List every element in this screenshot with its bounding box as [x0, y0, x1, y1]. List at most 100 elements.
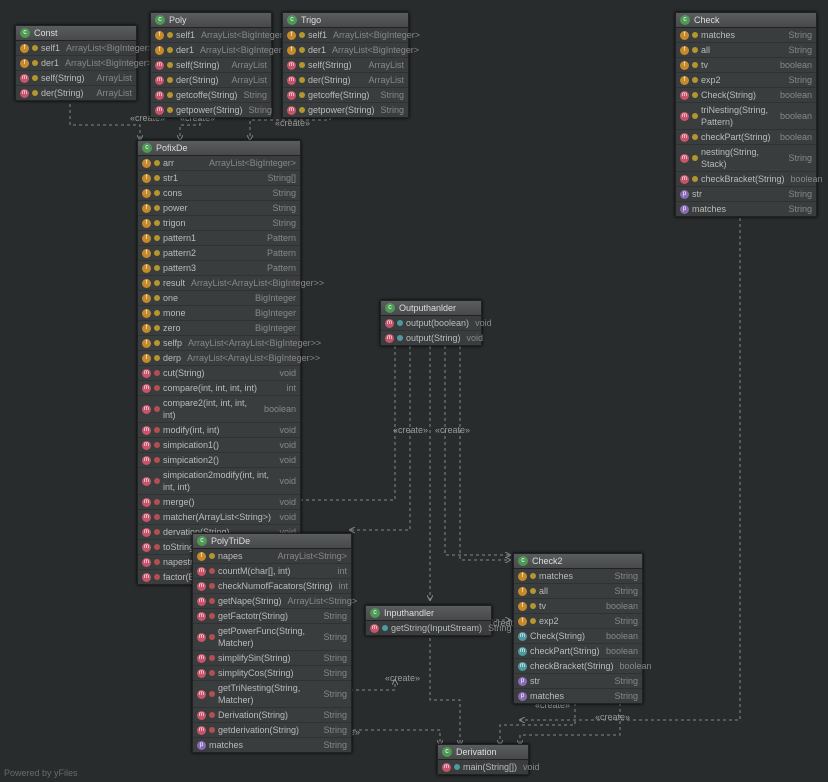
class-check[interactable]: cCheckfmatchesStringfallStringftvboolean… [675, 12, 817, 217]
method-row[interactable]: mCheck(String)boolean [514, 629, 642, 644]
field-row[interactable]: fzeroBigInteger [138, 321, 300, 336]
field-row[interactable]: fexp2String [676, 73, 816, 88]
class-header[interactable]: cPolyTriDe [193, 534, 351, 549]
method-row[interactable]: mcheckPart(String)boolean [676, 130, 816, 145]
method-row[interactable]: moutput(String)void [381, 331, 481, 345]
property-row[interactable]: pmatchesString [676, 202, 816, 216]
field-row[interactable]: fself1ArrayList<BigInteger> [16, 41, 136, 56]
class-polytride[interactable]: cPolyTriDefnapesArrayList<String>mcountM… [192, 533, 352, 753]
field-row[interactable]: fpattern1Pattern [138, 231, 300, 246]
class-poly[interactable]: cPolyfself1ArrayList<BigInteger>fder1Arr… [150, 12, 272, 118]
method-row[interactable]: mder(String)ArrayList [283, 73, 408, 88]
class-check2[interactable]: cCheck2fmatchesStringfallStringftvboolea… [513, 553, 643, 704]
field-row[interactable]: fself1ArrayList<BigInteger> [283, 28, 408, 43]
method-row[interactable]: mDerivation(String)String [193, 708, 351, 723]
property-row[interactable]: pmatchesString [193, 738, 351, 752]
field-row[interactable]: fexp2String [514, 614, 642, 629]
method-row[interactable]: mCheck(String)boolean [676, 88, 816, 103]
method-row[interactable]: mtriNesting(String, Pattern)boolean [676, 103, 816, 130]
field-row[interactable]: ftvboolean [676, 58, 816, 73]
method-row[interactable]: mmodify(int, int)void [138, 423, 300, 438]
field-row[interactable]: fder1ArrayList<BigInteger> [283, 43, 408, 58]
field-row[interactable]: fder1ArrayList<BigInteger> [151, 43, 271, 58]
method-row[interactable]: mcompare2(int, int, int, int)boolean [138, 396, 300, 423]
field-row[interactable]: fpowerString [138, 201, 300, 216]
method-row[interactable]: mgetpower(String)String [283, 103, 408, 117]
field-row[interactable]: fpattern2Pattern [138, 246, 300, 261]
modifier-icon [530, 573, 536, 579]
method-row[interactable]: msimpication1()void [138, 438, 300, 453]
member-name: power [163, 202, 188, 214]
method-row[interactable]: mder(String)ArrayList [16, 86, 136, 100]
method-row[interactable]: mcheckBracket(String)boolean [514, 659, 642, 674]
field-row[interactable]: ftvboolean [514, 599, 642, 614]
method-row[interactable]: mcheckPart(String)boolean [514, 644, 642, 659]
method-row[interactable]: mcheckBracket(String)boolean [676, 172, 816, 187]
class-header[interactable]: cPofixDe [138, 141, 300, 156]
field-row[interactable]: fnapesArrayList<String> [193, 549, 351, 564]
class-header[interactable]: cPoly [151, 13, 271, 28]
method-row[interactable]: mcountM(char[], int)int [193, 564, 351, 579]
method-row[interactable]: mder(String)ArrayList [151, 73, 271, 88]
field-row[interactable]: fresultArrayList<ArrayList<BigInteger>> [138, 276, 300, 291]
property-row[interactable]: pstrString [676, 187, 816, 202]
field-row[interactable]: fallString [676, 43, 816, 58]
field-row[interactable]: fconsString [138, 186, 300, 201]
method-row[interactable]: moutput(boolean)void [381, 316, 481, 331]
class-derivation[interactable]: cDerivationmmain(String[])void [437, 744, 529, 775]
field-row[interactable]: farrArrayList<BigInteger> [138, 156, 300, 171]
class-header[interactable]: cDerivation [438, 745, 528, 760]
method-row[interactable]: msimpication2modify(int, int, int, int)v… [138, 468, 300, 495]
member-type: String [374, 89, 404, 101]
field-row[interactable]: fstr1String[] [138, 171, 300, 186]
method-row[interactable]: mgetString(InputStream)String [366, 621, 491, 635]
class-header[interactable]: cInputhandler [366, 606, 491, 621]
field-row[interactable]: ftrigonString [138, 216, 300, 231]
method-row[interactable]: mgetcoffe(String)String [151, 88, 271, 103]
field-row[interactable]: fpattern3Pattern [138, 261, 300, 276]
property-row[interactable]: pstrString [514, 674, 642, 689]
method-row[interactable]: mcut(String)void [138, 366, 300, 381]
method-row[interactable]: mmain(String[])void [438, 760, 528, 774]
method-row[interactable]: mgetpower(String)String [151, 103, 271, 117]
modifier-icon [209, 613, 215, 619]
method-row[interactable]: mgetFactotr(String)String [193, 609, 351, 624]
method-row[interactable]: msimpication2()void [138, 453, 300, 468]
class-outputhandler[interactable]: cOutputhanldermoutput(boolean)voidmoutpu… [380, 300, 482, 346]
method-row[interactable]: mgetTriNesting(String, Matcher)String [193, 681, 351, 708]
property-row[interactable]: pmatchesString [514, 689, 642, 703]
field-row[interactable]: fself1ArrayList<BigInteger> [151, 28, 271, 43]
method-row[interactable]: msimplifySin(String)String [193, 651, 351, 666]
method-row[interactable]: mgetcoffe(String)String [283, 88, 408, 103]
class-header[interactable]: cCheck2 [514, 554, 642, 569]
field-row[interactable]: fmatchesString [676, 28, 816, 43]
class-header[interactable]: cOutputhanlder [381, 301, 481, 316]
method-row[interactable]: mself(String)ArrayList [283, 58, 408, 73]
class-trigo[interactable]: cTrigofself1ArrayList<BigInteger>fder1Ar… [282, 12, 409, 118]
method-row[interactable]: mmatcher(ArrayList<String>)void [138, 510, 300, 525]
method-row[interactable]: mmerge()void [138, 495, 300, 510]
field-row[interactable]: fmoneBigInteger [138, 306, 300, 321]
field-row[interactable]: fder1ArrayList<BigInteger> [16, 56, 136, 71]
method-row[interactable]: mgetPowerFunc(String, Matcher)String [193, 624, 351, 651]
method-row[interactable]: mnesting(String, Stack)String [676, 145, 816, 172]
field-row[interactable]: fallString [514, 584, 642, 599]
method-row[interactable]: msimplityCos(String)String [193, 666, 351, 681]
method-row[interactable]: mgetderivation(String)String [193, 723, 351, 738]
method-icon: m [518, 632, 527, 641]
field-row[interactable]: foneBigInteger [138, 291, 300, 306]
method-row[interactable]: mcheckNumofFacators(String)int [193, 579, 351, 594]
class-inputhandler[interactable]: cInputhandlermgetString(InputStream)Stri… [365, 605, 492, 636]
method-row[interactable]: mself(String)ArrayList [151, 58, 271, 73]
class-pofixde[interactable]: cPofixDefarrArrayList<BigInteger>fstr1St… [137, 140, 301, 585]
class-header[interactable]: cTrigo [283, 13, 408, 28]
method-row[interactable]: mself(String)ArrayList [16, 71, 136, 86]
field-row[interactable]: fselfpArrayList<ArrayList<BigInteger>> [138, 336, 300, 351]
method-row[interactable]: mgetNape(String)ArrayList<String> [193, 594, 351, 609]
class-header[interactable]: cCheck [676, 13, 816, 28]
class-const[interactable]: cConstfself1ArrayList<BigInteger>fder1Ar… [15, 25, 137, 101]
field-row[interactable]: fmatchesString [514, 569, 642, 584]
method-row[interactable]: mcompare(int, int, int, int)int [138, 381, 300, 396]
field-row[interactable]: fderpArrayList<ArrayList<BigInteger>> [138, 351, 300, 366]
class-header[interactable]: cConst [16, 26, 136, 41]
